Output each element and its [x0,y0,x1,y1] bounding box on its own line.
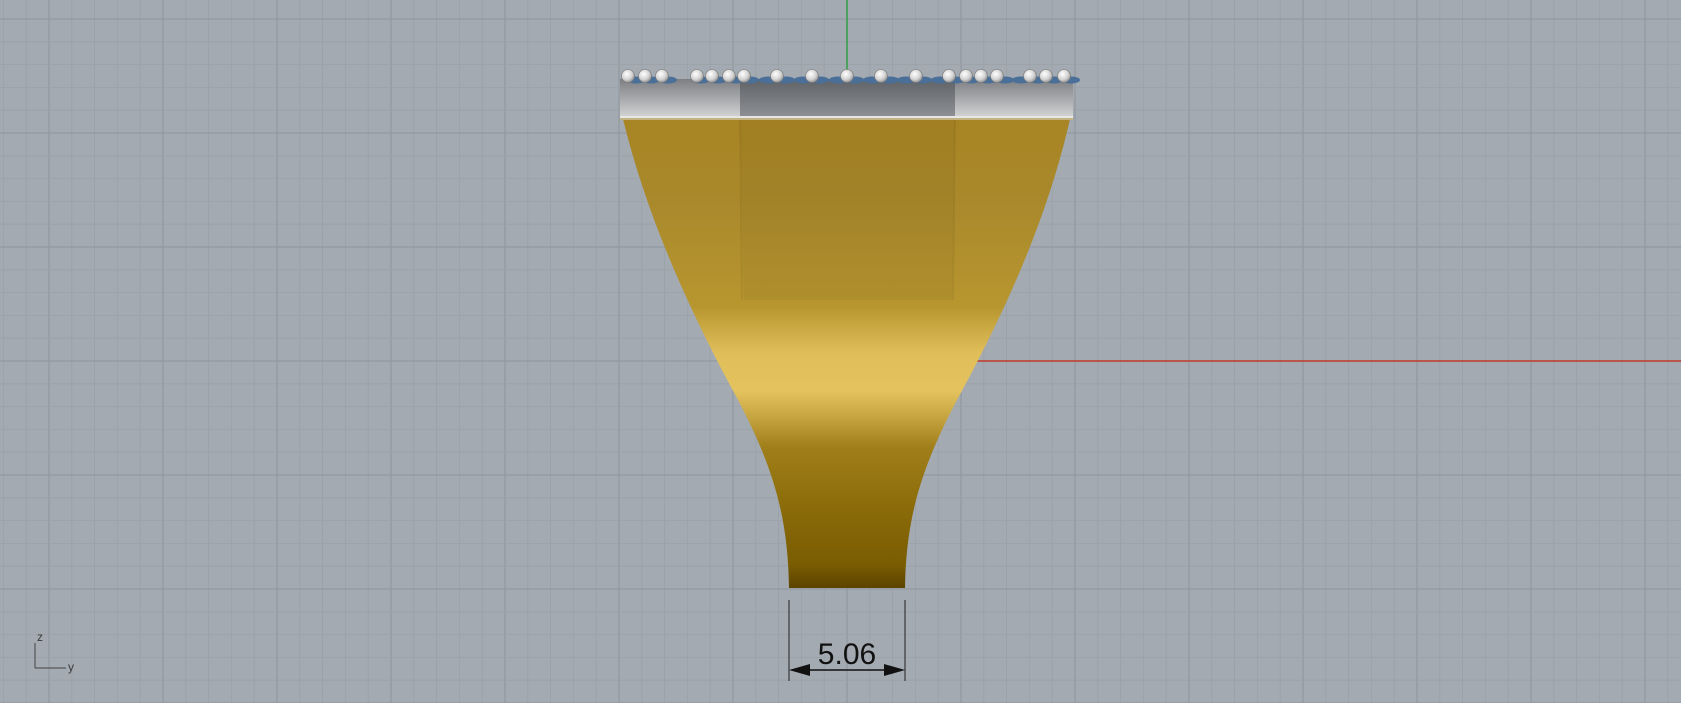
bead [737,69,751,83]
bead [621,69,635,83]
bead [959,69,973,83]
axis-widget-y-label: y [68,660,74,674]
bead [1057,69,1071,83]
bead [990,69,1004,83]
bead [705,69,719,83]
bead [942,69,956,83]
bead [840,69,854,83]
bead [722,69,736,83]
bead [805,69,819,83]
bead [690,69,704,83]
dimension-arrow-left [789,664,810,676]
ring-head-center [740,79,955,119]
ring-model[interactable] [620,69,1080,589]
bead [770,69,784,83]
viewport-canvas[interactable]: 5.06 z y [0,0,1681,703]
bead [1039,69,1053,83]
dimension-arrow-right [884,664,905,676]
bead [655,69,669,83]
ring-inner-face [740,119,955,300]
dimension-value[interactable]: 5.06 [818,638,876,671]
axis-widget-z-label: z [37,630,43,644]
bead [974,69,988,83]
bead [909,69,923,83]
bead [1023,69,1037,83]
bead [638,69,652,83]
rhino-viewport[interactable]: 5.06 z y [0,0,1681,703]
axis-widget: z y [34,630,74,674]
bead [874,69,888,83]
